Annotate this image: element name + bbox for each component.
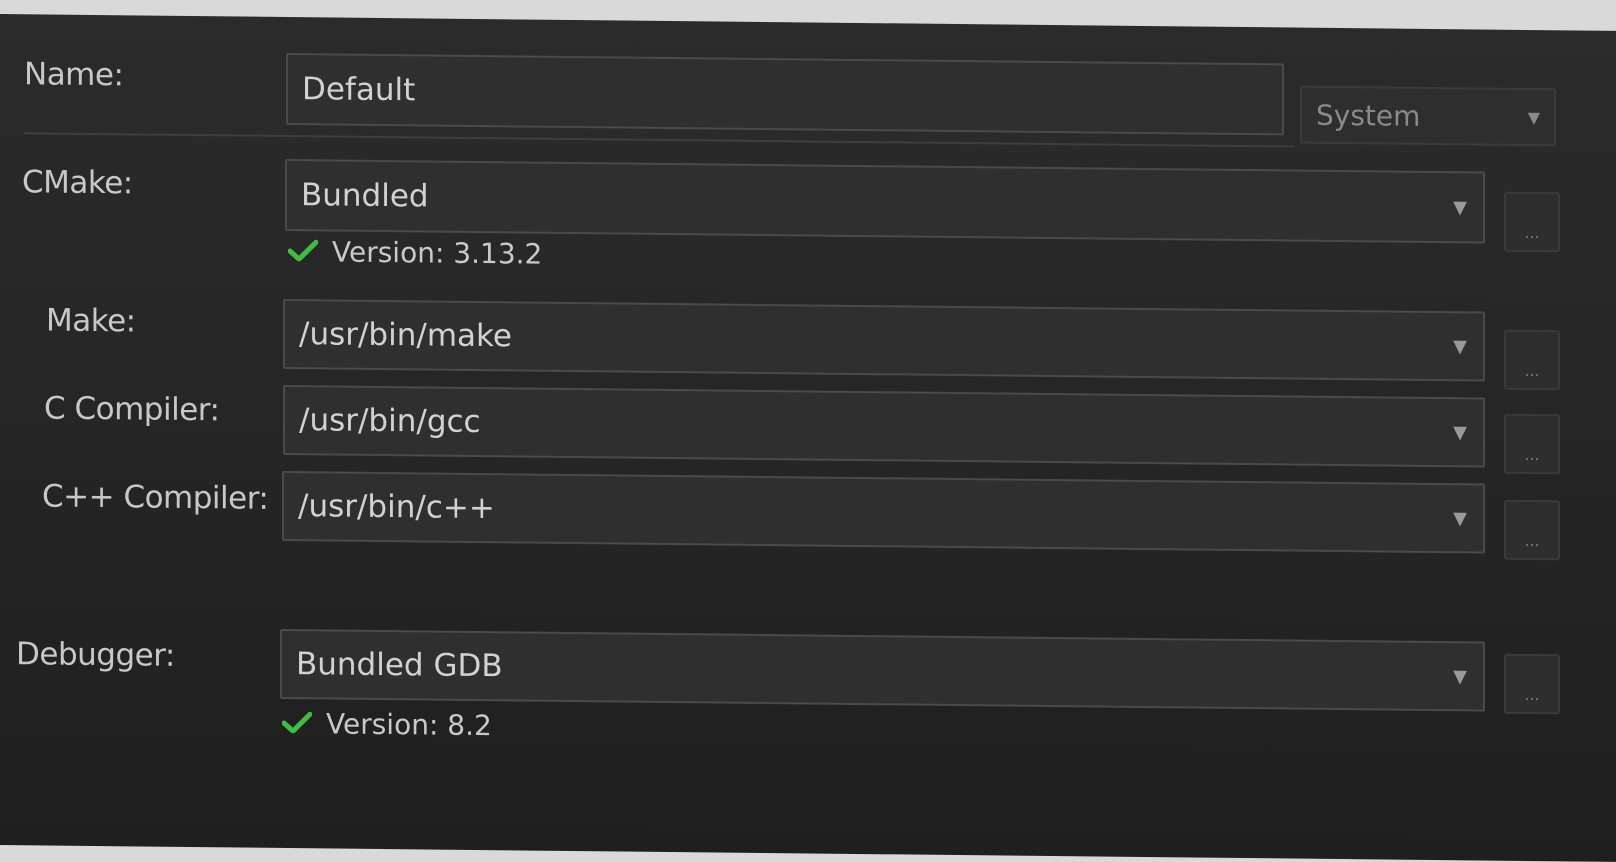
make-label: Make:	[46, 302, 136, 340]
debugger-label: Debugger:	[16, 636, 175, 674]
name-value: Default	[302, 71, 416, 109]
cmake-version-text: Version: 3.13.2	[332, 235, 543, 271]
divider	[24, 132, 1294, 148]
c-compiler-select[interactable]: /usr/bin/gcc ▼	[283, 384, 1485, 468]
cpp-compiler-value: /usr/bin/c++	[298, 488, 495, 527]
chevron-down-icon[interactable]: ▼	[1437, 313, 1483, 379]
c-compiler-label: C Compiler:	[44, 390, 220, 429]
checkmark-icon	[287, 235, 319, 268]
make-value: /usr/bin/make	[299, 316, 512, 355]
cpp-compiler-browse-button[interactable]: ...	[1504, 499, 1560, 561]
debugger-select[interactable]: Bundled GDB ▼	[280, 628, 1485, 712]
make-select[interactable]: /usr/bin/make ▼	[283, 298, 1485, 382]
chevron-down-icon[interactable]: ▼	[1437, 485, 1483, 551]
chevron-down-icon: ▼	[1527, 107, 1540, 127]
debugger-version-text: Version: 8.2	[326, 707, 492, 743]
checkmark-icon	[281, 707, 313, 740]
cmake-label: CMake:	[22, 164, 133, 202]
cpp-compiler-select[interactable]: /usr/bin/c++ ▼	[282, 470, 1485, 554]
make-browse-button[interactable]: ...	[1504, 329, 1560, 391]
chevron-down-icon[interactable]: ▼	[1437, 173, 1483, 241]
cmake-browse-button[interactable]: ...	[1504, 191, 1560, 253]
debugger-browse-button[interactable]: ...	[1504, 653, 1560, 715]
scope-select[interactable]: System ▼	[1300, 85, 1556, 147]
scope-value: System	[1316, 98, 1421, 133]
chevron-down-icon[interactable]: ▼	[1437, 643, 1483, 709]
cmake-version-status: Version: 3.13.2	[287, 235, 543, 271]
cpp-compiler-label: C++ Compiler:	[42, 478, 269, 517]
debugger-value: Bundled GDB	[296, 646, 503, 685]
name-input[interactable]: Default	[286, 52, 1284, 136]
cmake-value: Bundled	[301, 177, 429, 215]
name-label: Name:	[24, 56, 124, 94]
cmake-select[interactable]: Bundled ▼	[285, 158, 1485, 244]
c-compiler-value: /usr/bin/gcc	[299, 402, 481, 441]
toolchain-settings-panel: Name: Default System ▼ CMake: Bundled ▼ …	[0, 14, 1616, 862]
debugger-version-status: Version: 8.2	[281, 707, 492, 743]
c-compiler-browse-button[interactable]: ...	[1504, 413, 1560, 475]
chevron-down-icon[interactable]: ▼	[1437, 399, 1483, 465]
